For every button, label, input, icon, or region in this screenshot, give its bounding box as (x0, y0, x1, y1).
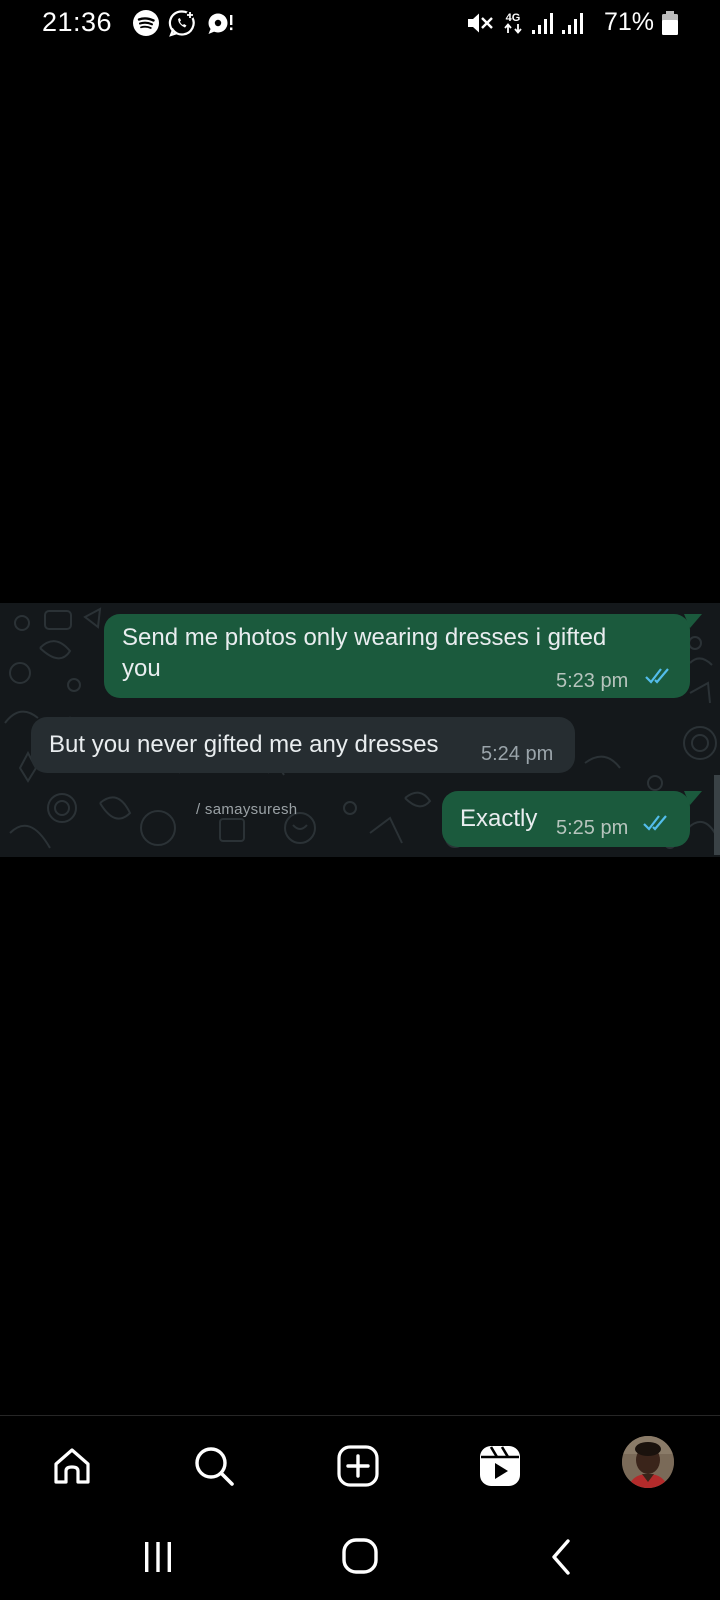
network-type-label: 4G (506, 12, 521, 24)
message-bubble-incoming[interactable]: But you never gifted me any dresses 5:24… (31, 717, 575, 773)
reels-icon (480, 1446, 520, 1486)
network-4g-icon: 4G (504, 12, 522, 34)
spotify-icon (133, 10, 159, 36)
system-navigation-bar (0, 1515, 720, 1600)
system-home-button[interactable] (330, 1533, 390, 1581)
read-ticks-icon (645, 668, 669, 684)
recent-apps-button[interactable] (128, 1533, 188, 1581)
message-text: Exactly (460, 805, 538, 832)
message-bubble-outgoing[interactable]: Exactly 5:25 pm (442, 791, 690, 847)
read-ticks-icon (643, 815, 667, 831)
status-time: 21:36 (42, 7, 113, 37)
message-text: Send me photos only wearing dresses i gi… (122, 622, 606, 684)
battery-icon (662, 11, 678, 35)
chat-screenshot: Send me photos only wearing dresses i gi… (0, 603, 720, 857)
bubble-tail (684, 614, 702, 628)
message-time: 5:24 pm (481, 743, 554, 765)
profile-avatar[interactable] (622, 1436, 674, 1488)
bottom-navigation (0, 1415, 720, 1516)
message-text-line: Send me photos only wearing dresses i gi… (122, 624, 607, 651)
message-bubble-outgoing[interactable]: Send me photos only wearing dresses i gi… (104, 614, 690, 698)
back-icon (552, 1539, 570, 1575)
reels-button[interactable] (472, 1438, 528, 1494)
message-time: 5:25 pm (556, 817, 629, 839)
message-text-line: you (122, 655, 161, 682)
mute-icon (468, 13, 493, 33)
create-post-button[interactable] (330, 1438, 386, 1494)
create-post-icon (337, 1445, 379, 1487)
bubble-tail (684, 791, 702, 805)
recent-apps-icon (145, 1542, 171, 1572)
status-bar: 21:36 4G 71% (0, 0, 720, 48)
signal-icon (562, 13, 583, 34)
chat-alert-icon (208, 13, 233, 34)
whatsapp-status-icon (168, 10, 195, 37)
message-time: 5:23 pm (556, 670, 629, 692)
search-button[interactable] (186, 1438, 242, 1494)
back-button[interactable] (532, 1533, 592, 1581)
battery-percent: 71% (604, 8, 655, 36)
signal-icon (532, 13, 553, 34)
search-icon (195, 1447, 234, 1486)
scrollbar (714, 775, 720, 855)
watermark-text: / samaysuresh (196, 801, 298, 818)
home-button-icon (342, 1538, 378, 1574)
avatar-image (622, 1436, 674, 1488)
message-text: But you never gifted me any dresses (49, 731, 439, 758)
home-button[interactable] (44, 1438, 100, 1494)
home-icon (54, 1448, 90, 1484)
